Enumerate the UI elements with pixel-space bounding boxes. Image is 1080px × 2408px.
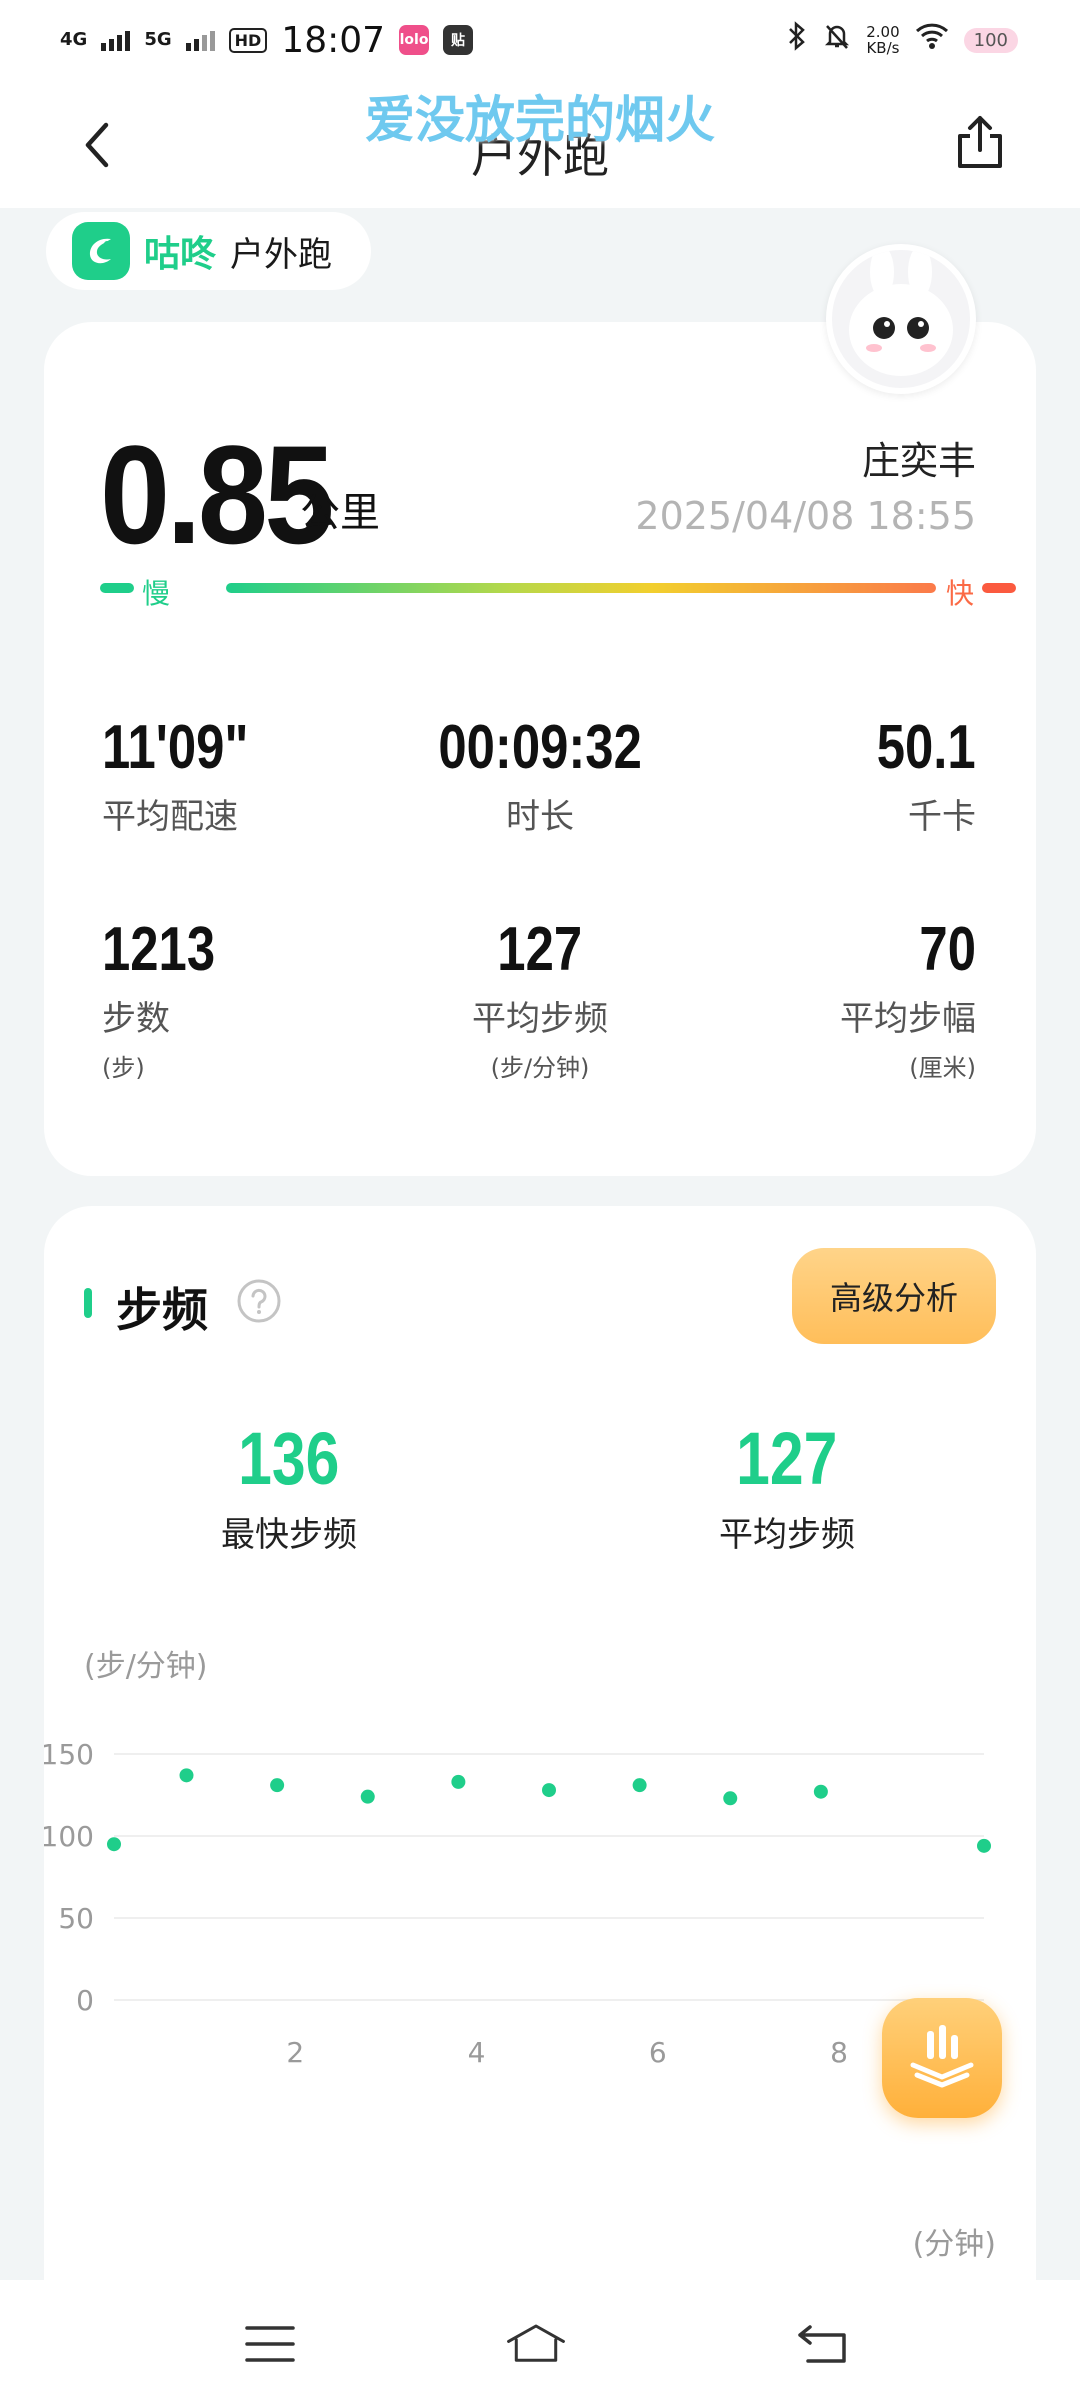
chart-point [270, 1778, 285, 1793]
floating-analysis-button[interactable] [882, 1998, 1002, 2118]
stat-unit: (步/分钟) [490, 1054, 590, 1082]
stat-avg-stride: 70 平均步幅 (厘米) [840, 914, 976, 1083]
chart-x-tick-label: 8 [830, 2036, 848, 2069]
codoon-logo-icon [72, 222, 130, 280]
cadence-chart: (步/分钟) (分钟) 0 50 100 150 2 4 6 8 [44, 1649, 996, 2262]
chart-x-label: (分钟) [913, 2227, 996, 2262]
nav-menu-button[interactable] [240, 2316, 300, 2372]
chart-y-tick-label: 150 [44, 1738, 94, 1771]
pace-gradient [226, 583, 936, 593]
signal-icon-2 [185, 29, 215, 51]
stat-unit: (步) [102, 1054, 145, 1082]
return-icon [798, 2325, 846, 2363]
stat-avg-cadence: 127 平均步频 (步/分钟) [390, 914, 690, 1083]
stat-value: 50.1 [877, 713, 976, 782]
stat-value: 11'09" [102, 713, 249, 782]
brand-name: 咕咚 [144, 234, 217, 275]
stat-label: 平均步幅 [840, 999, 976, 1039]
stat-steps: 1213 步数 (步) [102, 914, 240, 1083]
chart-x-tick-label: 4 [468, 2036, 486, 2069]
chart-bars-icon [910, 2025, 974, 2088]
stat-label: 平均步频 [472, 999, 608, 1039]
home-icon [507, 2324, 565, 2362]
stat-label: 时长 [506, 797, 574, 837]
stat-label: 步数 [102, 999, 170, 1039]
avatar[interactable] [826, 244, 976, 394]
distance-unit: 公里 [300, 490, 380, 536]
hd-badge: HD [228, 27, 268, 53]
stat-value: 127 [497, 915, 583, 984]
battery-indicator: 100 [963, 27, 1018, 53]
user-name: 庄奕丰 [861, 439, 976, 483]
stat-unit: (厘米) [909, 1054, 976, 1082]
status-left: 4G 5G HD 18:07 lolo 贴 [60, 19, 474, 61]
stat-duration: 00:09:32 时长 [390, 712, 690, 838]
chart-y-tick-label: 0 [76, 1984, 94, 2017]
status-bar: 4G 5G HD 18:07 lolo 贴 2.00 KB/s 100 [0, 0, 1080, 80]
chart-y-label: (步/分钟) [84, 1649, 208, 1684]
share-button[interactable] [950, 112, 1010, 172]
stat-label: 千卡 [908, 797, 976, 837]
network-4g-label: 4G [60, 29, 88, 50]
nav-back-button[interactable] [794, 2316, 854, 2372]
pace-slow-label: 慢 [142, 577, 171, 610]
chart-y-tick-label: 50 [58, 1902, 94, 1935]
mute-icon [822, 21, 852, 59]
header: 户外跑 爱没放完的烟火 [0, 80, 1080, 208]
chart-point [813, 1784, 828, 1799]
bunny-avatar-icon [849, 250, 953, 376]
lolo-app-icon: lolo [399, 25, 430, 55]
pace-slow-segment [100, 583, 134, 593]
network-5g-label: 5G [144, 29, 172, 50]
network-speed: 2.00 KB/s [866, 24, 899, 56]
stat-value: 70 [919, 915, 976, 984]
chart-point [632, 1778, 647, 1793]
distance-value: 0.85 [100, 416, 334, 573]
chart-x-tick-label: 2 [286, 2036, 304, 2069]
pace-legend-bar: 慢 快 [100, 572, 1016, 610]
chart-x-tick-label: 6 [649, 2036, 667, 2069]
speed-unit: KB/s [866, 39, 900, 57]
wifi-icon [914, 22, 950, 58]
chart-point [542, 1783, 556, 1798]
share-icon [958, 116, 1002, 168]
stat-value: 00:09:32 [438, 713, 642, 782]
chart-point [723, 1791, 738, 1806]
stat-label: 平均配速 [102, 797, 238, 837]
run-date: 2025/04/08 18:55 [635, 494, 976, 538]
brand-sport: 户外跑 [230, 234, 333, 275]
chart-y-tick-label: 100 [44, 1820, 94, 1853]
bluetooth-icon [786, 21, 808, 59]
overlay-caption: 爱没放完的烟火 [365, 91, 715, 149]
status-time: 18:07 [281, 19, 386, 61]
stat-value: 1213 [102, 915, 216, 984]
chart-point [179, 1768, 194, 1783]
stat-calories: 50.1 千卡 [855, 712, 976, 838]
cadence-card: 步频 高级分析 136 最快步频 127 平均步频 (步/分钟) (分钟) 05… [44, 1206, 1036, 2346]
brand-pill: 咕咚 户外跑 [46, 212, 371, 290]
stat-avg-pace: 11'09" 平均配速 [102, 712, 281, 838]
menu-icon [245, 2326, 295, 2362]
chart-point [977, 1838, 991, 1853]
signal-icon [101, 29, 131, 51]
pace-fast-label: 快 [946, 577, 975, 610]
system-nav-bar [0, 2280, 1080, 2408]
tieba-app-icon: 贴 [443, 25, 474, 55]
chart-point [451, 1774, 466, 1789]
speed-value: 2.00 [866, 23, 900, 41]
summary-card: 0.85 公里 庄奕丰 2025/04/08 18:55 慢 快 11'09" … [44, 322, 1036, 1176]
chart-point [360, 1789, 375, 1804]
status-right: 2.00 KB/s 100 [786, 21, 1018, 59]
chart-point [107, 1837, 121, 1852]
pace-fast-segment [982, 583, 1016, 593]
nav-home-button[interactable] [506, 2316, 566, 2372]
